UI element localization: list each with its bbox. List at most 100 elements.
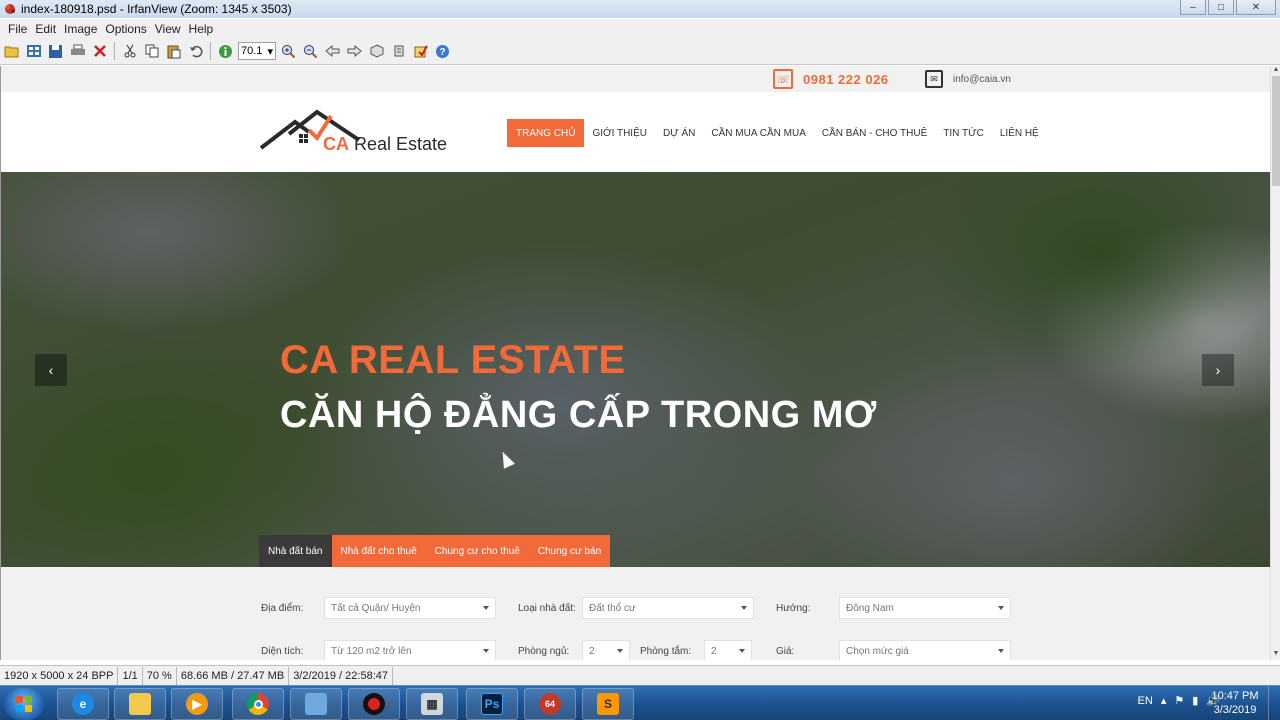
field-property-type: Loại nhà đất: Đất thổ cư <box>518 597 754 619</box>
windows-taskbar: e ▶ ▦ Ps 64 S EN ▴ ⚑ ▮ 🔊 10:47 PM 3/3/20… <box>0 685 1280 720</box>
language-indicator[interactable]: EN <box>1138 695 1153 707</box>
toolbar: 70.1 ▾ ? <box>0 38 1280 65</box>
menu-options[interactable]: Options <box>105 22 146 36</box>
show-desktop-button[interactable] <box>1268 686 1280 720</box>
close-button[interactable]: ✕ <box>1236 0 1276 15</box>
maximize-button[interactable]: □ <box>1208 0 1234 15</box>
bedrooms-select[interactable]: 2 <box>582 640 630 660</box>
status-bar: 1920 x 5000 x 24 BPP 1/1 70 % 68.66 MB /… <box>0 665 1280 685</box>
property-type-select[interactable]: Đất thổ cư <box>582 597 754 619</box>
edit-icon[interactable] <box>411 42 430 61</box>
scroll-up-icon[interactable]: ▲ <box>1271 66 1280 76</box>
cut-icon[interactable] <box>120 42 139 61</box>
chrome-icon <box>247 693 269 715</box>
status-date: 3/2/2019 / 22:58:47 <box>289 666 393 685</box>
select-value: Chọn mức giá <box>846 645 909 657</box>
chevron-down-icon <box>739 649 745 653</box>
rotate-left-icon[interactable] <box>367 42 386 61</box>
status-memory: 68.66 MB / 27.47 MB <box>177 666 290 685</box>
site-topbar: ☏ 0981 222 026 ✉ info@caia.vn <box>1 66 1270 92</box>
tab-apartment-for-rent[interactable]: Chung cư cho thuê <box>425 535 529 567</box>
network-icon[interactable]: ▮ <box>1192 694 1198 707</box>
taskbar-media-player[interactable]: ▶ <box>171 688 223 720</box>
paste-icon[interactable] <box>164 42 183 61</box>
rotate-right-icon[interactable] <box>389 42 408 61</box>
hero-banner: CA REAL ESTATE CĂN HỘ ĐẲNG CẤP TRONG MƠ … <box>1 172 1270 567</box>
slider-next-button[interactable]: › <box>1202 354 1234 386</box>
tab-land-for-sale[interactable]: Nhà đất bán <box>259 535 332 567</box>
nav-item-contact[interactable]: LIÊN HỆ <box>992 119 1047 147</box>
taskbar-irfanview[interactable]: 64 <box>524 688 576 720</box>
field-label: Phòng tắm: <box>640 645 692 657</box>
record-dot-icon <box>368 698 380 710</box>
thumbnails-icon[interactable] <box>24 42 43 61</box>
tab-land-for-rent[interactable]: Nhà đất cho thuê <box>331 535 426 567</box>
action-center-icon[interactable]: ⚑ <box>1174 694 1184 707</box>
menu-image[interactable]: Image <box>64 22 97 36</box>
chevron-down-icon <box>483 649 489 653</box>
start-button[interactable] <box>4 688 44 720</box>
tray-expand-icon[interactable]: ▴ <box>1161 694 1167 707</box>
menu-file[interactable]: File <box>8 22 27 36</box>
select-value: Từ 120 m2 trở lên <box>331 645 412 657</box>
select-value: Đất thổ cư <box>589 602 636 614</box>
taskbar-box-app[interactable] <box>290 688 342 720</box>
save-icon[interactable] <box>46 42 65 61</box>
field-label: Loại nhà đất: <box>518 602 576 614</box>
location-select[interactable]: Tất cả Quận/ Huyện <box>324 597 496 619</box>
info-icon[interactable] <box>216 42 235 61</box>
zoom-in-icon[interactable] <box>279 42 298 61</box>
taskbar-calculator[interactable]: ▦ <box>406 688 458 720</box>
toolbar-separator <box>114 42 115 60</box>
search-form: Địa điểm: Tất cả Quận/ Huyện Loại nhà đấ… <box>1 567 1270 660</box>
image-viewport[interactable]: ☏ 0981 222 026 ✉ info@caia.vn CA Real Es… <box>0 66 1270 660</box>
field-label: Địa điểm: <box>261 602 304 614</box>
previous-icon[interactable] <box>323 42 342 61</box>
site-phone-number: 0981 222 026 <box>803 71 889 87</box>
toolbar-separator <box>210 42 211 60</box>
price-select[interactable]: Chọn mức giá <box>839 640 1011 660</box>
nav-item-projects[interactable]: DỰ ÁN <box>655 119 703 147</box>
nav-item-home[interactable]: TRANG CHỦ <box>507 119 585 147</box>
title-bar: index-180918.psd - IrfanView (Zoom: 1345… <box>0 0 1280 18</box>
bathrooms-select[interactable]: 2 <box>704 640 752 660</box>
zoom-select[interactable]: 70.1 ▾ <box>238 42 276 60</box>
clock-time: 10:47 PM <box>1211 690 1259 702</box>
taskbar-internet-explorer[interactable]: e <box>57 688 109 720</box>
taskbar-sublime-text[interactable]: S <box>582 688 634 720</box>
undo-icon[interactable] <box>186 42 205 61</box>
menu-edit[interactable]: Edit <box>35 22 56 36</box>
site-nav-menu: TRANG CHỦ GIỚI THIỆU DỰ ÁN CẦN MUA CẦN M… <box>507 119 1047 147</box>
taskbar-clock[interactable]: 10:47 PM 3/3/2019 <box>1210 689 1260 717</box>
menu-view[interactable]: View <box>155 22 181 36</box>
tab-apartment-for-sale[interactable]: Chung cư bán <box>528 535 611 567</box>
slider-prev-button[interactable]: ‹ <box>35 354 67 386</box>
menu-help[interactable]: Help <box>189 22 214 36</box>
taskbar-file-explorer[interactable] <box>114 688 166 720</box>
window-controls: – □ ✕ <box>1180 0 1276 15</box>
nav-item-news[interactable]: TIN TỨC <box>935 119 992 147</box>
nav-item-wanted[interactable]: CẦN MUA CẦN MUA <box>703 119 813 147</box>
vertical-scrollbar[interactable]: ▲ ▼ <box>1270 66 1280 660</box>
taskbar-recorder[interactable] <box>348 688 400 720</box>
zoom-out-icon[interactable] <box>301 42 320 61</box>
scrollbar-thumb[interactable] <box>1272 76 1280 186</box>
minimize-button[interactable]: – <box>1180 0 1206 15</box>
logo-name: Real Estate <box>354 134 448 154</box>
direction-select[interactable]: Đông Nam <box>839 597 1011 619</box>
taskbar-photoshop[interactable]: Ps <box>466 688 518 720</box>
print-icon[interactable] <box>68 42 87 61</box>
taskbar-chrome[interactable] <box>232 688 284 720</box>
copy-icon[interactable] <box>142 42 161 61</box>
status-page: 1/1 <box>118 666 143 685</box>
scroll-down-icon[interactable]: ▼ <box>1271 650 1280 660</box>
help-icon[interactable]: ? <box>433 42 452 61</box>
delete-icon[interactable] <box>90 42 109 61</box>
next-icon[interactable] <box>345 42 364 61</box>
file-explorer-icon <box>129 693 151 715</box>
field-bathrooms: Phòng tắm: 2 <box>640 640 752 660</box>
nav-item-for-sale-rent[interactable]: CẦN BÁN - CHO THUÊ <box>814 119 935 147</box>
nav-item-about[interactable]: GIỚI THIỆU <box>584 119 655 147</box>
open-icon[interactable] <box>2 42 21 61</box>
area-select[interactable]: Từ 120 m2 trở lên <box>324 640 496 660</box>
